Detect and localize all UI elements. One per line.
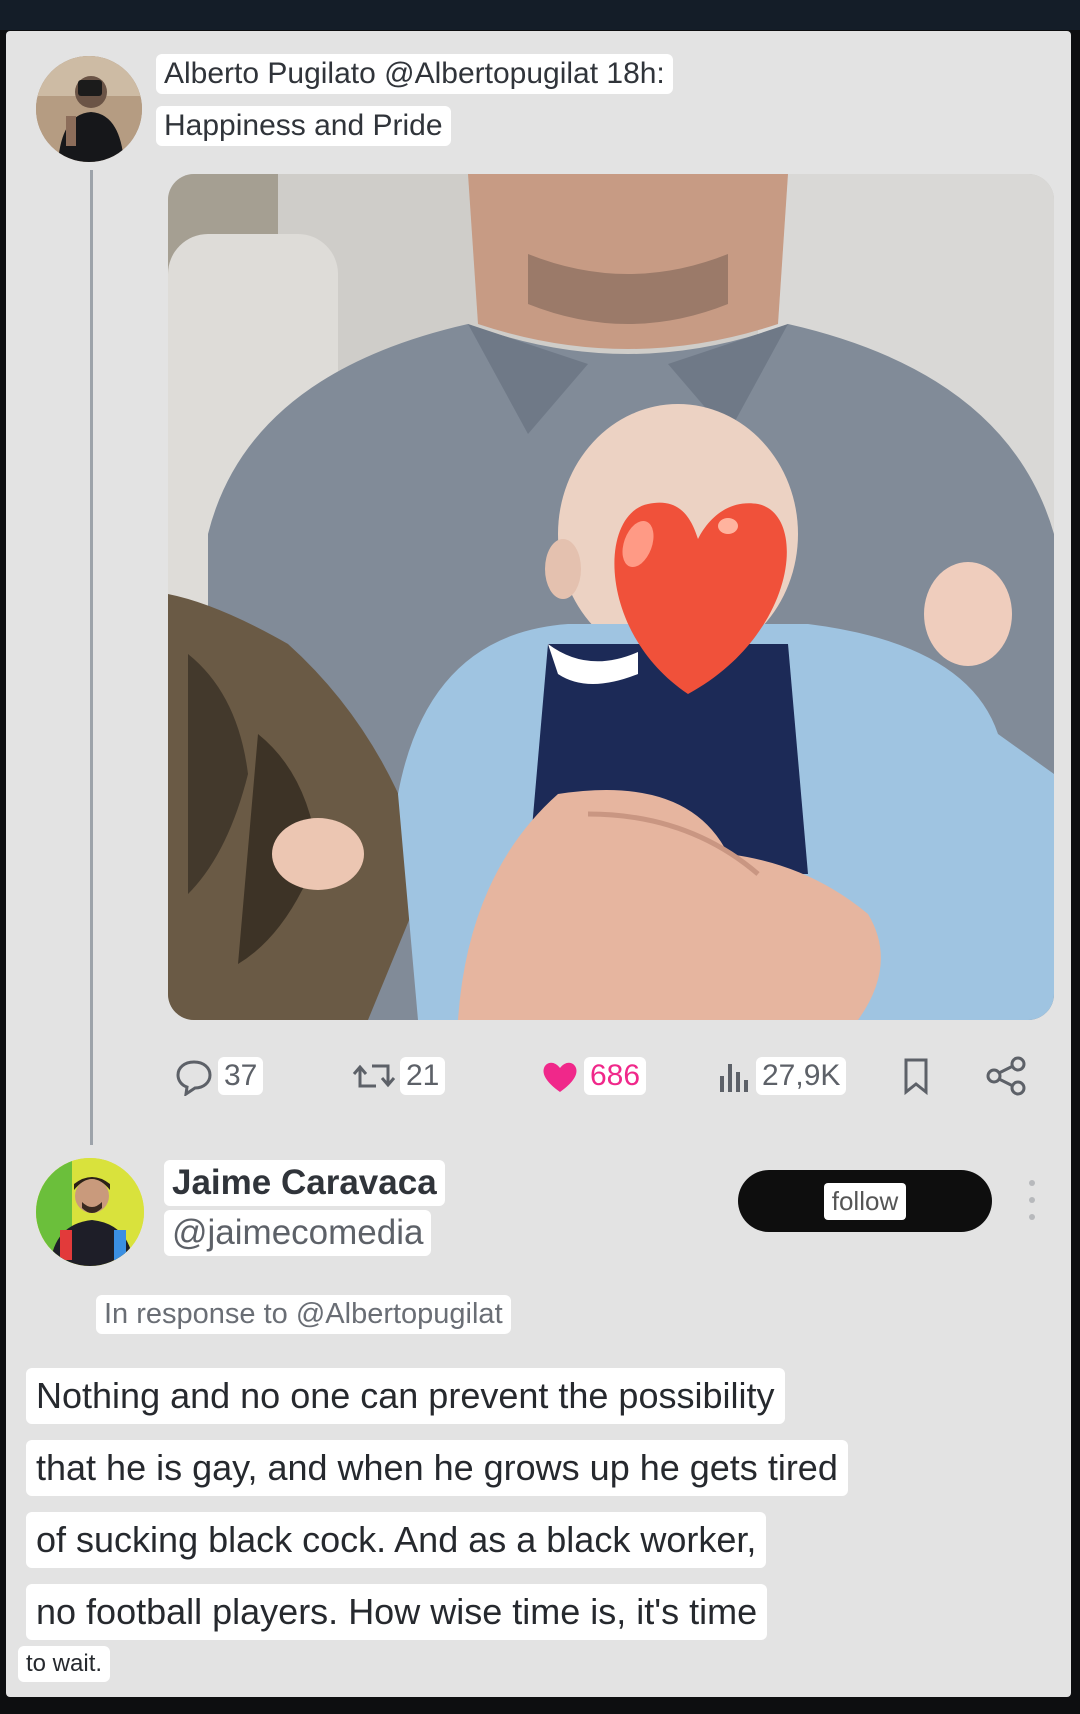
share-icon xyxy=(986,1056,1026,1096)
heart-icon xyxy=(543,1062,577,1092)
photo-image xyxy=(168,174,1054,1020)
views-icon xyxy=(720,1064,748,1092)
reply-line: no football players. How wise time is, i… xyxy=(26,1584,848,1640)
post-actions: 37 21 686 27,9K xyxy=(0,1054,1080,1102)
reply-line: of sucking black cock. And as a black wo… xyxy=(26,1512,848,1568)
avatar-image xyxy=(36,1158,144,1266)
in-response-to: In response to @Albertopugilat xyxy=(96,1295,511,1334)
like-count: 686 xyxy=(584,1057,647,1095)
bookmark-icon xyxy=(904,1058,928,1096)
follow-button[interactable]: follow xyxy=(738,1170,992,1232)
follow-label: follow xyxy=(823,1182,907,1220)
reply-author-handle[interactable]: @jaimecomedia xyxy=(164,1210,432,1256)
post-meta: Alberto Pugilato @Albertopugilat 18h: xyxy=(156,54,673,94)
thread-line xyxy=(90,170,93,1145)
reply-avatar[interactable] xyxy=(36,1158,144,1266)
top-bar xyxy=(0,0,1080,30)
reply-last-line: to wait. xyxy=(18,1646,111,1682)
share-button[interactable] xyxy=(984,1054,1030,1098)
reply-count: 37 xyxy=(218,1057,264,1095)
comment-icon xyxy=(176,1060,212,1096)
repost-action[interactable]: 21 xyxy=(352,1054,446,1098)
views-count: 27,9K xyxy=(756,1057,847,1095)
reply-line: Nothing and no one can prevent the possi… xyxy=(26,1368,848,1424)
more-vertical-icon[interactable] xyxy=(1024,1180,1040,1220)
bookmark-button[interactable] xyxy=(898,1054,934,1098)
avatar-image xyxy=(36,56,142,162)
views-action[interactable]: 27,9K xyxy=(716,1054,847,1098)
reply-text: Nothing and no one can prevent the possi… xyxy=(26,1368,848,1656)
like-action[interactable]: 686 xyxy=(540,1054,647,1098)
repost-count: 21 xyxy=(400,1057,446,1095)
repost-icon xyxy=(352,1064,396,1088)
reply-line: that he is gay, and when he grows up he … xyxy=(26,1440,848,1496)
reply-action[interactable]: 37 xyxy=(174,1054,264,1098)
post-text: Happiness and Pride xyxy=(156,106,451,146)
avatar[interactable] xyxy=(36,56,142,162)
reply-author-name[interactable]: Jaime Caravaca xyxy=(164,1160,445,1206)
post-photo[interactable] xyxy=(168,174,1054,1020)
